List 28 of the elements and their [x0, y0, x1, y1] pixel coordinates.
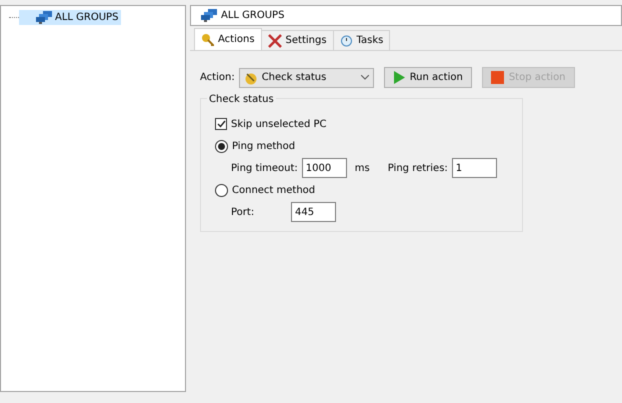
stop-icon: [490, 71, 504, 84]
field-label: Action:: [200, 71, 235, 85]
field-label: Ping retries:: [388, 162, 448, 176]
radio-label: Ping method: [232, 140, 296, 154]
caret-icon: [360, 75, 369, 80]
action-dropdown[interactable]: Check status: [238, 68, 374, 88]
network-icon: [36, 11, 52, 24]
port-field[interactable]: 445: [291, 202, 336, 222]
field-label: Port:: [231, 206, 256, 220]
key-icon: [201, 32, 214, 46]
play-icon: [392, 71, 405, 84]
panel-title: ALL GROUPS: [221, 9, 284, 23]
tab[interactable]: Settings: [260, 30, 334, 50]
tab[interactable]: Actions: [194, 28, 262, 50]
tab[interactable]: Tasks: [332, 30, 390, 50]
checkbox-label: Skip unselected PC: [231, 118, 327, 132]
stopwatch-icon: [340, 34, 353, 47]
checkbox[interactable]: [215, 118, 227, 130]
tree-item[interactable]: ALL GROUPS: [19, 10, 122, 25]
radio-button[interactable]: [215, 140, 228, 152]
timeout-field[interactable]: 1000: [302, 158, 347, 178]
network-icon: [201, 9, 217, 22]
field-label: Ping timeout:: [231, 162, 298, 176]
retries-field[interactable]: 1: [452, 158, 497, 178]
unit-label: ms: [354, 162, 370, 176]
radio-label: Connect method: [232, 184, 316, 198]
radio-button[interactable]: [215, 184, 228, 196]
run-button[interactable]: Run action: [384, 67, 472, 88]
